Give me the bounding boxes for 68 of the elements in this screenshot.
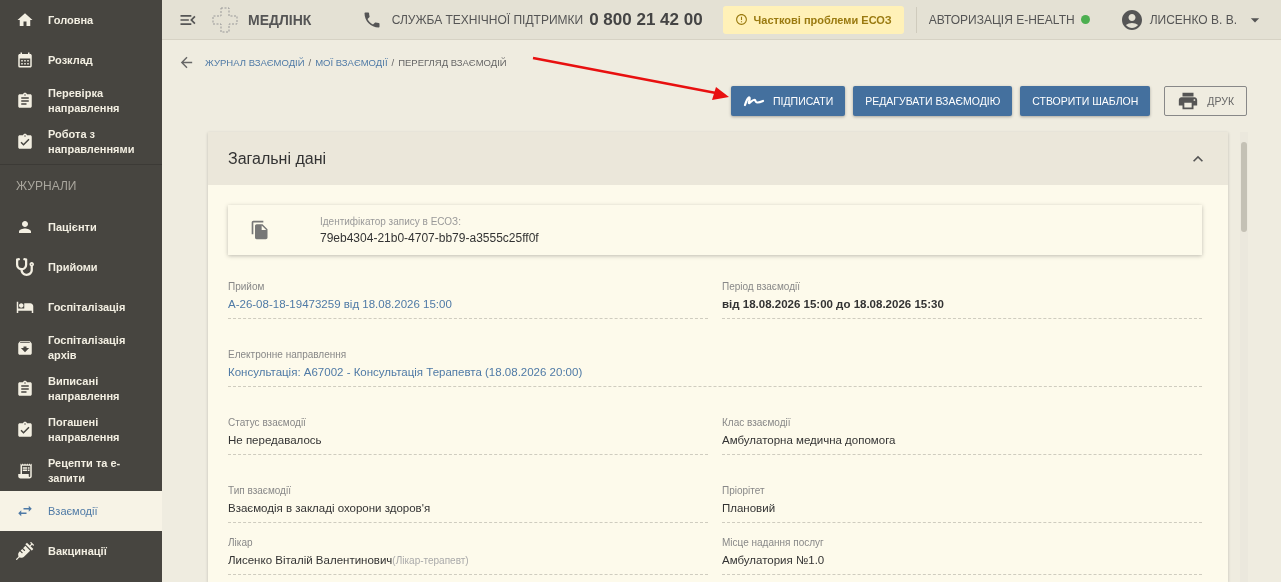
- clipboard-check-icon: [16, 420, 34, 439]
- field-label: Лікар: [228, 537, 254, 548]
- sidebar-item[interactable]: Погашені направлення: [0, 409, 162, 450]
- syringe-icon: [16, 542, 34, 560]
- field-label: Місце надання послуг: [722, 537, 825, 548]
- field-link[interactable]: Консультація: А67002 - Консультація Терапевта (18.08.2026 20:00): [228, 366, 1202, 378]
- sidebar-item[interactable]: Госпіталізація архів: [0, 327, 162, 368]
- field-label: Клас взаємодії: [722, 417, 792, 428]
- field-label: Електронне направлення: [228, 349, 348, 360]
- archive-icon: [16, 338, 34, 357]
- support-phone: 0 800 21 42 00: [589, 9, 703, 30]
- sidebar-item[interactable]: Виписані направлення: [0, 368, 162, 409]
- sidebar-item[interactable]: Рецепти та е-запити: [0, 450, 162, 491]
- field-label: Пріорітет: [722, 485, 766, 496]
- breadcrumb-link[interactable]: МОЇ ВЗАЄМОДІЇ: [315, 57, 388, 68]
- warning-icon: [734, 13, 748, 26]
- field-value: Взаємодія в закладі охорони здоров'я: [228, 502, 432, 514]
- printer-icon: [1177, 90, 1200, 112]
- stethoscope-icon: [16, 258, 34, 276]
- current-page-title: ПЕРЕГЛЯД ВЗАЄМОДІЙ: [398, 57, 507, 68]
- home-icon: [16, 11, 34, 29]
- breadcrumb-separator: /: [391, 57, 395, 68]
- section-title: ЖУРНАЛИ: [15, 178, 78, 195]
- support-label: СЛУЖБА ТЕХНІЧНОЇ ПІДТРИМКИ: [391, 12, 584, 27]
- field-value: Амбулаторна медична допомога: [722, 434, 897, 446]
- back-icon[interactable]: [178, 54, 195, 71]
- action-button[interactable]: ПІДПИСАТИ: [731, 86, 846, 116]
- sidebar-item[interactable]: Взаємодії: [0, 491, 162, 531]
- auth-status: АВТОРИЗАЦІЯ E-HEALTH: [928, 12, 1075, 27]
- sidebar-item[interactable]: Перевірка направлення: [0, 80, 162, 121]
- calendar-icon: [16, 51, 34, 69]
- field-value: Плановий: [722, 502, 777, 514]
- person-icon: [16, 218, 34, 236]
- clipboard-icon: [16, 379, 34, 398]
- sidebar-item[interactable]: Головна: [0, 0, 162, 40]
- field-label: Період взаємодії: [722, 281, 801, 292]
- field-label: Тип взаємодії: [228, 485, 292, 496]
- signature-icon: [743, 94, 766, 108]
- logo-text: МЕДЛІНК: [248, 11, 312, 28]
- sidebar-item[interactable]: Вакцинації: [0, 531, 162, 571]
- user-name[interactable]: ЛИСЕНКО В. В.: [1149, 12, 1237, 27]
- clipboard-icon: [16, 91, 34, 110]
- field-value: Лисенко Віталій Валентинович(Лікар-терапевт): [228, 554, 470, 566]
- warning-badge: Часткові проблеми ЕСОЗ: [722, 5, 904, 34]
- copy-icon[interactable]: [250, 220, 270, 240]
- action-button[interactable]: СТВОРИТИ ШАБЛОН: [1020, 86, 1151, 116]
- scrollbar[interactable]: [1240, 132, 1248, 582]
- field-label: Статус взаємодії: [228, 417, 307, 428]
- field-value: Амбулатория №1.0: [722, 554, 826, 566]
- card-title: Загальні дані: [228, 149, 327, 168]
- sidebar-item[interactable]: Пацієнти: [0, 207, 162, 247]
- breadcrumb-separator: /: [308, 57, 312, 68]
- field-link[interactable]: А-26-08-18-19473259 від 18.08.2026 15:00: [228, 298, 708, 310]
- action-button[interactable]: РЕДАГУВАТИ ВЗАЄМОДІЮ: [853, 86, 1013, 116]
- sidebar-item[interactable]: Робота з направленнями: [0, 121, 162, 162]
- sidebar-item[interactable]: Прийоми: [0, 247, 162, 287]
- clipboard-check-icon: [16, 132, 34, 151]
- record-label: Ідентифікатор запису в ЕСОЗ:: [320, 215, 462, 227]
- sidebar-item[interactable]: Розклад: [0, 40, 162, 80]
- record-id: 79eb4304-21b0-4707-bb79-a3555c25ff0f: [320, 230, 539, 245]
- field-label: Прийом: [228, 281, 266, 292]
- print-button[interactable]: ДРУК: [1164, 86, 1247, 116]
- breadcrumb-link[interactable]: ЖУРНАЛ ВЗАЄМОДІЙ: [205, 57, 305, 68]
- sidebar-item[interactable]: Госпіталізація: [0, 287, 162, 327]
- field-value: Не передавалось: [228, 434, 323, 446]
- field-value: від 18.08.2026 15:00 до 18.08.2026 15:30: [722, 298, 945, 310]
- receipt-icon: [16, 461, 34, 480]
- avatar-icon: [1119, 7, 1144, 32]
